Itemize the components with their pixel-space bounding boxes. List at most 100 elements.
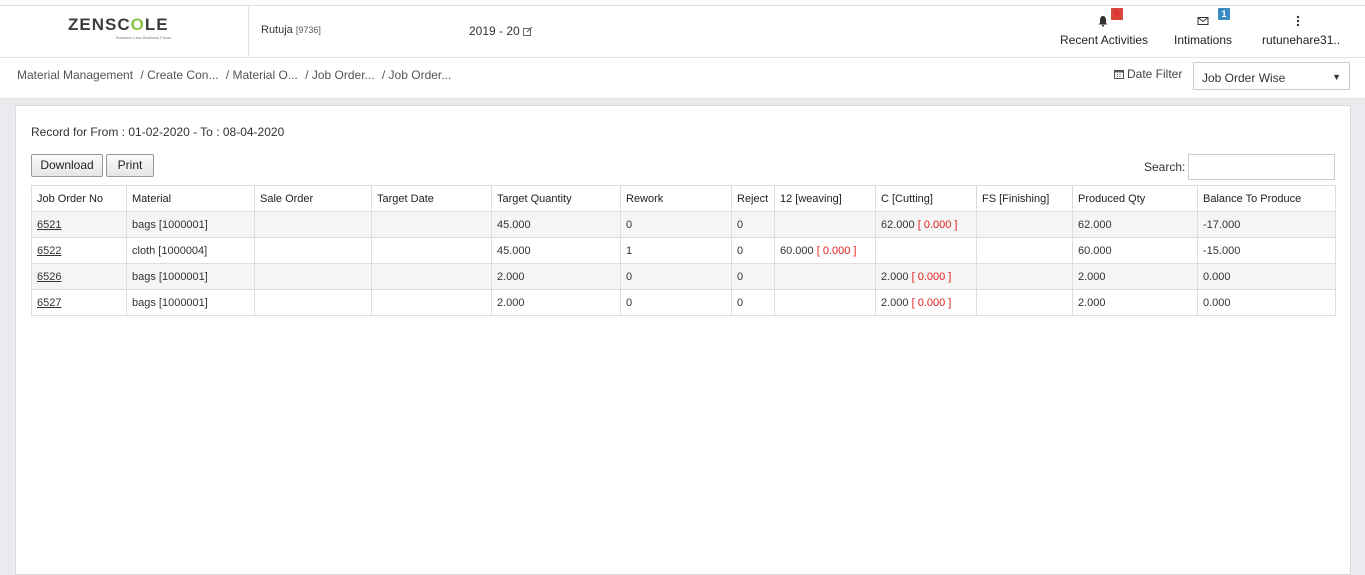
more-vertical-icon (1296, 15, 1300, 27)
weaving-pending-value: [ 0.000 ] (816, 244, 857, 257)
table-row: 6522 cloth [1000004] 45.000 1 0 60.000 [ 0.00… (31, 237, 1336, 264)
breadcrumb: Material Management / Create Con... / Ma… (17, 68, 455, 82)
breadcrumb-item-material-o[interactable]: / Material O... (226, 68, 298, 82)
cutting-pending-value: [ 0.000 ] (911, 296, 952, 309)
sale-order-cell (254, 263, 372, 290)
breadcrumb-item-job-order-current: / Job Order... (381, 68, 452, 82)
target-date-cell (371, 211, 492, 238)
edit-icon[interactable] (522, 27, 533, 36)
intimations-count-badge: 1 (1218, 8, 1230, 20)
download-button[interactable]: Download (31, 154, 103, 177)
top-header: ZENSCOLE Business Less Business Focus Ru… (0, 6, 1365, 58)
intimations-button[interactable]: 1 Intimations (1170, 6, 1236, 57)
col-header-job-order-no[interactable]: Job Order No (31, 185, 127, 212)
sale-order-cell (254, 211, 372, 238)
filter-type-select[interactable]: Job Order Wise ▼ (1193, 62, 1350, 90)
target-quantity-cell: 2.000 (491, 263, 621, 290)
col-header-produced-qty[interactable]: Produced Qty (1072, 185, 1198, 212)
recent-activities-count-badge: 0 (1111, 8, 1123, 20)
filter-type-value: Job Order Wise (1202, 71, 1286, 85)
table-row: 6527 bags [1000001] 2.000 0 0 2.000 [ 0.000 ]… (31, 289, 1336, 316)
cutting-pending-value: [ 0.000 ] (917, 218, 958, 231)
finishing-cell (976, 211, 1073, 238)
job-order-link[interactable]: 6521 (37, 219, 61, 231)
weaving-cell (774, 211, 876, 238)
col-header-finishing[interactable]: FS [Finishing] (976, 185, 1073, 212)
table-row: 6526 bags [1000001] 2.000 0 0 2.000 [ 0.000 ]… (31, 263, 1336, 290)
user-name: Rutuja [9736] (261, 24, 321, 36)
table-header-row: Job Order No Material Sale Order Target … (31, 185, 1336, 212)
weaving-cell (774, 263, 876, 290)
col-header-target-quantity[interactable]: Target Quantity (491, 185, 621, 212)
job-order-no-cell: 6527 (31, 289, 127, 316)
col-header-cutting[interactable]: C [Cutting] (875, 185, 977, 212)
financial-year[interactable]: 2019 - 20 (469, 24, 533, 38)
finishing-cell (976, 263, 1073, 290)
cutting-cell (875, 237, 977, 264)
col-header-sale-order[interactable]: Sale Order (254, 185, 372, 212)
cutting-cell: 2.000 [ 0.000 ] (875, 263, 977, 290)
report-panel: Record for From : 01-02-2020 - To : 08-0… (15, 105, 1351, 575)
weaving-cell (774, 289, 876, 316)
target-quantity-cell: 45.000 (491, 211, 621, 238)
cutting-value: 2.000 (881, 296, 909, 309)
col-header-material[interactable]: Material (126, 185, 255, 212)
produced-qty-cell: 62.000 (1072, 211, 1198, 238)
balance-cell: 0.000 (1197, 263, 1336, 290)
recent-activities-button[interactable]: 0 Recent Activities (1058, 6, 1148, 57)
col-header-balance-to-produce[interactable]: Balance To Produce (1197, 185, 1336, 212)
reject-cell: 0 (731, 263, 775, 290)
cutting-value: 62.000 (881, 218, 915, 231)
reject-cell: 0 (731, 211, 775, 238)
rework-cell: 0 (620, 289, 732, 316)
balance-cell: -15.000 (1197, 237, 1336, 264)
balance-cell: -17.000 (1197, 211, 1336, 238)
record-range-text: Record for From : 01-02-2020 - To : 08-0… (31, 125, 285, 139)
job-order-link[interactable]: 6527 (37, 297, 61, 309)
balance-cell: 0.000 (1197, 289, 1336, 316)
logo-tagline: Business Less Business Focus (116, 35, 172, 40)
produced-qty-cell: 2.000 (1072, 289, 1198, 316)
date-filter-label: Date Filter (1127, 67, 1183, 81)
cutting-pending-value: [ 0.000 ] (911, 270, 952, 283)
date-filter[interactable]: Date Filter (1114, 67, 1182, 81)
sale-order-cell (254, 289, 372, 316)
col-header-target-date[interactable]: Target Date (371, 185, 492, 212)
cutting-value: 2.000 (881, 270, 909, 283)
material-cell: bags [1000001] (126, 263, 255, 290)
print-button[interactable]: Print (106, 154, 154, 177)
recent-activities-label: Recent Activities (1060, 33, 1149, 47)
col-header-rework[interactable]: Rework (620, 185, 732, 212)
account-menu[interactable]: rutunehare31.. (1258, 6, 1340, 57)
produced-qty-cell: 60.000 (1072, 237, 1198, 264)
cutting-cell: 62.000 [ 0.000 ] (875, 211, 977, 238)
calendar-icon (1114, 70, 1124, 79)
finishing-cell (976, 289, 1073, 316)
material-cell: bags [1000001] (126, 289, 255, 316)
account-name: rutunehare31.. (1262, 33, 1341, 47)
job-order-link[interactable]: 6522 (37, 245, 61, 257)
breadcrumb-item-material-management[interactable]: Material Management (17, 68, 133, 82)
reject-cell: 0 (731, 289, 775, 316)
logo[interactable]: ZENSCOLE (68, 15, 169, 35)
breadcrumb-item-job-order[interactable]: / Job Order... (305, 68, 374, 82)
breadcrumb-item-create-con[interactable]: / Create Con... (140, 68, 218, 82)
logo-area: ZENSCOLE Business Less Business Focus (0, 6, 249, 57)
col-header-weaving[interactable]: 12 [weaving] (774, 185, 876, 212)
target-date-cell (371, 289, 492, 316)
target-date-cell (371, 263, 492, 290)
envelope-icon (1197, 17, 1209, 25)
target-date-cell (371, 237, 492, 264)
table-body: 6521 bags [1000001] 45.000 0 0 62.000 [ 0.000… (31, 211, 1336, 316)
finishing-cell (976, 237, 1073, 264)
table-row: 6521 bags [1000001] 45.000 0 0 62.000 [ 0.000… (31, 211, 1336, 238)
job-order-link[interactable]: 6526 (37, 271, 61, 283)
sale-order-cell (254, 237, 372, 264)
job-order-no-cell: 6522 (31, 237, 127, 264)
weaving-value: 60.000 (780, 244, 814, 257)
rework-cell: 1 (620, 237, 732, 264)
search-input[interactable] (1188, 154, 1335, 180)
search-label: Search: (1144, 160, 1186, 174)
job-order-no-cell: 6521 (31, 211, 127, 238)
col-header-reject[interactable]: Reject (731, 185, 775, 212)
